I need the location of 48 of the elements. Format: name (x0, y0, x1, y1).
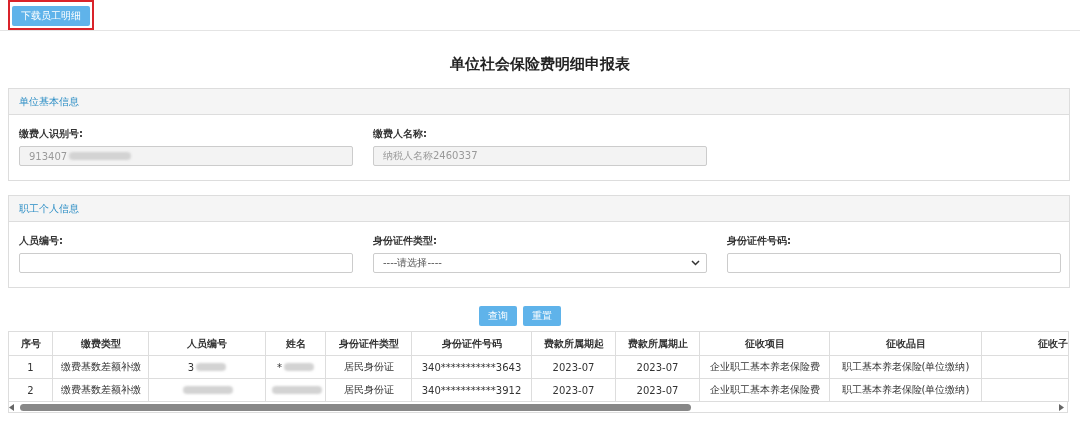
table-cell: 2023-07 (615, 378, 700, 402)
table-cell: 2023-07 (531, 355, 616, 379)
field-label: 身份证件类型: (373, 234, 438, 248)
column-header: 身份证件类型 (325, 331, 412, 356)
scroll-right-icon[interactable] (1059, 403, 1064, 411)
field-label: 身份证件号码: (727, 234, 792, 248)
table-cell: 2023-07 (615, 355, 700, 379)
column-header: 征收品目 (829, 331, 982, 356)
table-cell: 2023-07 (531, 378, 616, 402)
input-field[interactable] (727, 253, 1061, 273)
table-cell: 340***********3643 (411, 355, 532, 379)
chevron-down-icon (691, 260, 700, 266)
select-field[interactable]: ----请选择---- (373, 253, 707, 273)
column-header: 费款所属期止 (615, 331, 700, 356)
column-header: 费款所属期起 (531, 331, 616, 356)
table-cell: 企业职工基本养老保险费 (699, 355, 830, 379)
table-cell: 居民身份证 (325, 355, 412, 379)
download-button[interactable]: 下载员工明细 (12, 6, 90, 26)
column-header: 序号 (8, 331, 53, 356)
table-cell: 2 (8, 378, 53, 402)
table-cell: 缴费基数差额补缴 (52, 355, 149, 379)
table-cell: 3 (148, 355, 266, 379)
panel-heading: 单位基本信息 (9, 89, 1069, 115)
column-header: 姓名 (265, 331, 326, 356)
column-header: 征收子 (981, 331, 1069, 356)
panel-heading: 职工个人信息 (9, 196, 1069, 222)
field-label: 缴费人名称: (373, 127, 428, 141)
column-header: 征收项目 (699, 331, 830, 356)
action-button[interactable]: 重置 (522, 306, 561, 326)
table-cell: 1 (8, 355, 53, 379)
input-field[interactable] (19, 253, 353, 273)
table-cell: 340***********3912 (411, 378, 532, 402)
column-header: 人员编号 (148, 331, 266, 356)
field-label: 缴费人识别号: (19, 127, 84, 141)
table-cell: 职工基本养老保险(单位缴纳) (829, 378, 982, 402)
action-button[interactable]: 查询 (478, 306, 517, 326)
table-cell: * (265, 355, 326, 379)
table-cell: 居民身份证 (325, 378, 412, 402)
column-header: 身份证件号码 (411, 331, 532, 356)
page-title: 单位社会保险费明细申报表 (449, 54, 631, 75)
select-value: ----请选择---- (383, 256, 442, 270)
horizontal-scrollbar[interactable] (8, 402, 1068, 413)
table-cell: 职工基本养老保险(单位缴纳) (829, 355, 982, 379)
scroll-left-icon[interactable] (9, 403, 14, 411)
column-header: 缴费类型 (52, 331, 149, 356)
table-cell: 缴费基数差额补缴 (52, 378, 149, 402)
field-label: 人员编号: (19, 234, 64, 248)
table-cell: 企业职工基本养老保险费 (699, 378, 830, 402)
